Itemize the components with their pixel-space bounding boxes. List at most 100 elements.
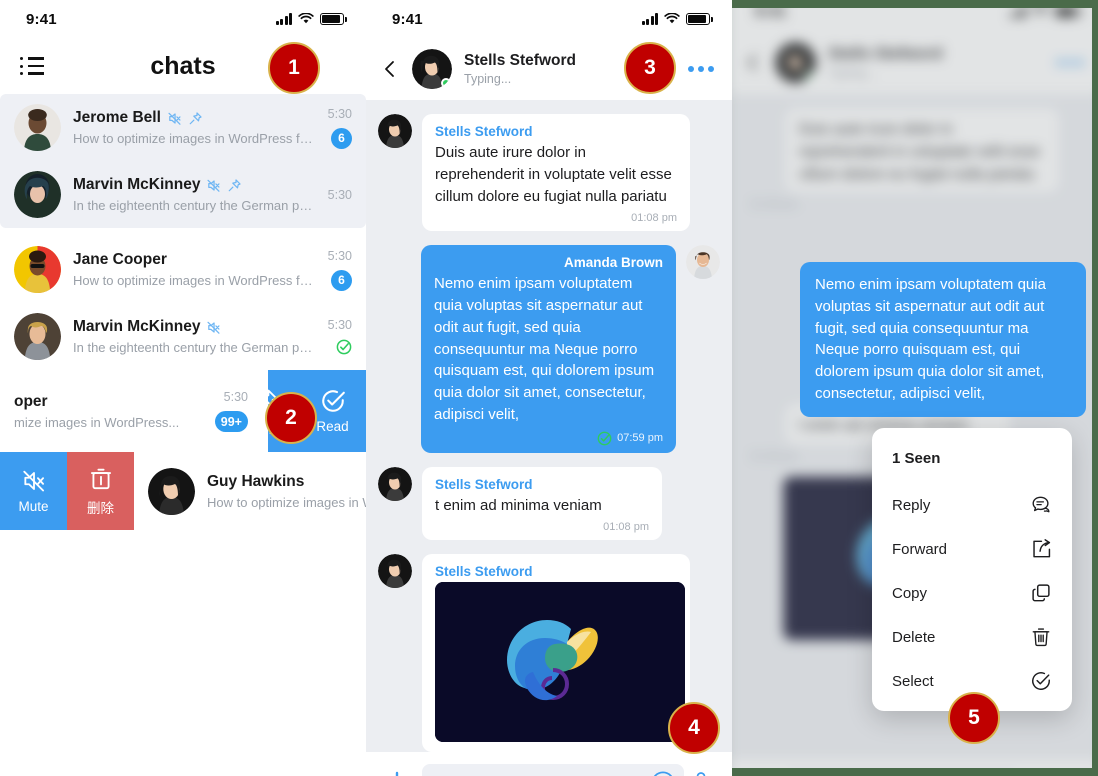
message-meta: 01:08 pm — [435, 212, 677, 224]
context-menu-item-forward[interactable]: Forward — [872, 527, 1072, 571]
mute-icon — [22, 470, 44, 492]
chat-contact-name: Jerome Bell — [73, 109, 161, 126]
message-bubble-incoming[interactable]: Stells Stefword Duis aute irure dolor in… — [422, 114, 690, 232]
trash-icon — [1032, 628, 1050, 647]
chat-item-content: oper mize images in WordPress... — [0, 393, 203, 430]
seen-count-label: 1 Seen — [892, 450, 941, 467]
message-bubble-outgoing[interactable]: Amanda Brown Nemo enim ipsam voluptatem … — [421, 245, 676, 453]
mute-icon — [168, 112, 181, 125]
step-marker-2: 2 — [265, 392, 317, 444]
swipe-action-label: 删除 — [87, 500, 114, 516]
message-input[interactable] — [422, 764, 684, 776]
avatar[interactable] — [412, 49, 452, 89]
conversation-header: Stells Stefword Typing... — [366, 38, 732, 100]
chat-item-meta: 5:30 99+ — [214, 390, 254, 432]
conversation-contact-name: Stells Stefword — [464, 52, 576, 69]
message-time: 01:08 pm — [631, 212, 677, 225]
panel-frame-top — [732, 0, 1098, 8]
sticker-icon[interactable] — [650, 770, 676, 776]
copy-icon — [1032, 584, 1050, 602]
context-menu-item-reply[interactable]: Reply — [872, 483, 1072, 527]
chevron-left-icon[interactable] — [380, 59, 400, 79]
message-bubble-image[interactable]: Stells Stefword — [422, 554, 690, 752]
swipe-row-content: oper mize images in WordPress... 5:30 99… — [0, 370, 268, 452]
status-indicators — [641, 13, 713, 25]
context-menu-label: Reply — [892, 496, 931, 514]
chat-preview-text: How to optimize images in WordPress for.… — [73, 273, 316, 288]
message-item: Stells Stefword t enim ad minima veniam … — [378, 466, 720, 541]
step-marker-1: 1 — [268, 42, 320, 94]
message-bubble-incoming[interactable]: Stells Stefword t enim ad minima veniam … — [422, 466, 662, 541]
chat-item-content: Jane Cooper How to optimize images in Wo… — [73, 251, 316, 288]
avatar — [14, 246, 61, 293]
microphone-icon[interactable] — [688, 770, 714, 776]
chat-contact-name: oper — [14, 392, 48, 410]
chat-item-content: Jerome Bell How to optimize images in Wo… — [73, 109, 316, 146]
chat-list-item[interactable]: Marvin McKinney In the eighteenth centur… — [0, 161, 366, 228]
forward-share-icon — [1033, 539, 1051, 558]
chat-item-meta: 5:30 6 — [328, 107, 352, 149]
chat-item-header: Jane Cooper — [73, 251, 316, 269]
message-sender: Amanda Brown — [563, 255, 663, 271]
swipe-action-delete[interactable]: 删除 — [67, 452, 134, 530]
context-menu: 1 Seen Reply Forward Copy Delete Select — [872, 428, 1072, 711]
step-marker-number: 1 — [288, 56, 300, 79]
unread-badge: 6 — [331, 127, 352, 149]
step-marker-4: 4 — [668, 702, 720, 754]
swipe-row-mute-delete[interactable]: Mute 删除 Guy Hawkins How to optimize imag… — [0, 452, 366, 530]
chat-preview-text: How to optimize images in WordPress for.… — [73, 131, 316, 146]
step-marker-number: 2 — [285, 406, 297, 429]
chat-timestamp: 5:30 — [327, 106, 352, 121]
chat-list-panel: 9:41 chats Jerome Bell How to optimize i… — [0, 0, 366, 776]
conversation-title-block: Stells Stefword Typing... — [464, 52, 576, 86]
panel-frame-bottom — [732, 768, 1098, 776]
chat-preview-text: mize images in WordPress... — [14, 414, 180, 430]
status-bar-left: 9:41 — [0, 0, 366, 38]
chat-timestamp: 5:30 — [327, 187, 352, 202]
message-item: Stells Stefword Duis aute irure dolor in… — [378, 114, 720, 232]
chat-list-item[interactable]: Jane Cooper How to optimize images in Wo… — [0, 236, 366, 303]
chat-timestamp: 5:30 — [327, 318, 352, 332]
chat-preview-text: In the eighteenth century the German phi… — [73, 198, 316, 213]
context-menu-label: Delete — [892, 628, 936, 646]
status-time: 9:41 — [26, 10, 57, 28]
chat-contact-name: Marvin McKinney — [73, 318, 201, 335]
plus-icon[interactable] — [384, 770, 410, 776]
pin-icon — [229, 178, 242, 191]
step-marker-5: 5 — [948, 692, 1000, 744]
online-status-dot — [441, 78, 451, 88]
chat-contact-name: Marvin McKinney — [73, 176, 201, 193]
message-sender: Stells Stefword — [435, 564, 533, 580]
avatar — [378, 554, 412, 589]
chat-item-header: Marvin McKinney — [73, 318, 316, 336]
mute-icon — [207, 179, 221, 192]
unread-badge: 6 — [331, 269, 352, 291]
wifi-icon — [298, 13, 314, 24]
step-marker-number: 3 — [644, 56, 656, 79]
chat-item-content: Marvin McKinney In the eighteenth centur… — [73, 176, 316, 213]
chat-item-header: oper — [14, 393, 203, 411]
swipe-action-mute[interactable]: Mute — [0, 452, 67, 530]
context-menu-item-copy[interactable]: Copy — [872, 571, 1072, 615]
status-bar-middle: 9:41 — [366, 0, 732, 38]
highlighted-message-bubble[interactable]: Nemo enim ipsam voluptatem quia voluptas… — [800, 262, 1086, 417]
step-marker-number: 5 — [968, 706, 980, 729]
message-image[interactable] — [435, 582, 685, 743]
message-sender: Stells Stefword — [435, 476, 533, 492]
more-dots-icon[interactable] — [688, 66, 714, 72]
chat-item-content: Marvin McKinney In the eighteenth centur… — [73, 318, 316, 355]
message-list: Stells Stefword Duis aute irure dolor in… — [366, 100, 732, 752]
check-circle-icon — [321, 390, 345, 412]
chat-preview-text: In the eighteenth century the German phi… — [73, 340, 316, 355]
context-menu-label: Forward — [892, 540, 948, 558]
message-context-menu-panel: 9:41 Stells Stefword Typing... Duis aute… — [732, 0, 1098, 776]
chat-item-meta: 5:30 6 — [328, 249, 352, 291]
chat-list-item[interactable]: Jerome Bell How to optimize images in Wo… — [0, 94, 366, 161]
chat-contact-name: Guy Hawkins — [207, 472, 305, 490]
context-menu-label: Select — [892, 672, 934, 690]
step-marker-number: 4 — [688, 716, 700, 739]
context-menu-item-delete[interactable]: Delete — [872, 615, 1072, 659]
trash-icon — [90, 468, 111, 489]
chat-list-item[interactable]: Marvin McKinney In the eighteenth centur… — [0, 303, 366, 370]
list-menu-icon[interactable] — [20, 57, 44, 75]
